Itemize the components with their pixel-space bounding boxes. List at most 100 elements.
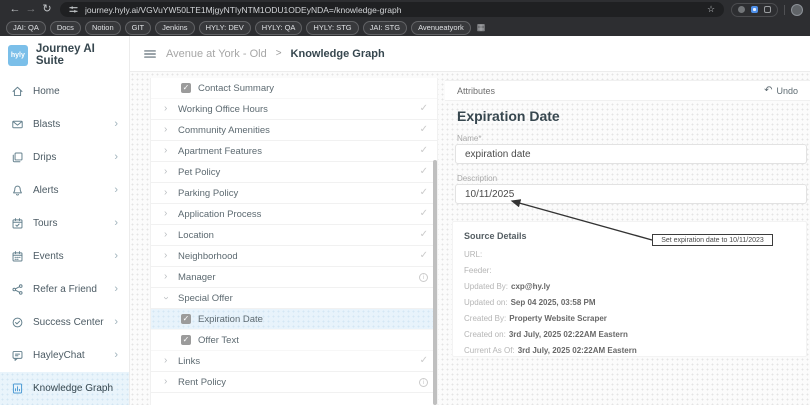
tree-row-neighborhood[interactable]: Neighborhood (151, 246, 437, 267)
source-detail-label: Updated By: (464, 282, 508, 291)
tree-row-community-amenities[interactable]: Community Amenities (151, 120, 437, 141)
tree-row-application-process[interactable]: Application Process (151, 204, 437, 225)
chevron-right-icon[interactable] (164, 104, 171, 114)
source-detail-label: Updated on: (464, 298, 508, 307)
sidebar-item-label: Home (33, 86, 60, 97)
tree-row-special-offer[interactable]: Special Offer (151, 288, 437, 309)
bookmarks-grid-icon[interactable] (477, 23, 486, 32)
checkbox-checked-icon[interactable] (181, 335, 191, 345)
breadcrumb-page: Knowledge Graph (291, 48, 385, 60)
chevron-right-icon[interactable] (164, 272, 171, 282)
tree-row-label: Location (178, 230, 214, 241)
hamburger-menu-icon[interactable] (143, 47, 157, 61)
chevron-right-icon[interactable] (164, 146, 171, 156)
source-detail-label: URL: (464, 250, 482, 259)
undo-label: Undo (776, 86, 798, 96)
sidebar-item-tours[interactable]: Tours (0, 207, 129, 240)
sidebar-item-alerts[interactable]: Alerts (0, 174, 129, 207)
chevron-right-icon[interactable] (164, 377, 171, 387)
forward-icon[interactable] (23, 4, 39, 15)
tree-row-label: Special Offer (178, 293, 233, 304)
bookmark-jenkins[interactable]: Jenkins (155, 21, 194, 35)
source-detail-label: Feeder: (464, 266, 492, 275)
chevron-right-icon[interactable] (164, 125, 171, 135)
url-text[interactable]: journey.hyly.ai/VGVuYW50LTE1MjgyNTIyNTM1… (85, 5, 700, 15)
sidebar-item-home[interactable]: Home (0, 75, 129, 108)
bookmark-hyly-qa[interactable]: HYLY: QA (255, 21, 303, 35)
sidebar-item-knowledge-graph[interactable]: Knowledge Graph (0, 372, 129, 405)
back-icon[interactable] (7, 4, 23, 15)
tree-row-location[interactable]: Location (151, 225, 437, 246)
name-field-label: Name* (457, 134, 481, 143)
bookmark-git[interactable]: GIT (125, 21, 152, 35)
chevron-right-icon (114, 350, 118, 361)
name-input[interactable] (455, 144, 807, 164)
tree-row-offer-text[interactable]: Offer Text (151, 330, 437, 351)
url-bar[interactable]: journey.hyly.ai/VGVuYW50LTE1MjgyNTIyNTM1… (60, 2, 724, 17)
bookmark-hyly-dev[interactable]: HYLY: DEV (199, 21, 251, 35)
share-nodes-icon (11, 283, 24, 296)
checkbox-checked-icon[interactable] (181, 83, 191, 93)
extensions-puzzle-icon[interactable] (764, 6, 771, 13)
extension-icon-blue[interactable] (751, 6, 758, 13)
tree-row-pet-policy[interactable]: Pet Policy (151, 162, 437, 183)
sidebar-item-refer-a-friend[interactable]: Refer a Friend (0, 273, 129, 306)
description-input[interactable] (455, 184, 807, 204)
sidebar-item-success-center[interactable]: Success Center (0, 306, 129, 339)
mail-icon (11, 118, 24, 131)
reload-icon[interactable] (39, 4, 55, 15)
tree-row-expiration-date[interactable]: Expiration Date (151, 309, 437, 330)
chevron-right-icon[interactable] (164, 188, 171, 198)
tree-scrollbar[interactable] (433, 160, 437, 405)
tree-row-label: Offer Text (198, 335, 239, 346)
check-icon (420, 125, 428, 135)
bookmark-avenueatyork[interactable]: Avenueatyork (411, 21, 471, 35)
sidebar-item-events[interactable]: Events (0, 240, 129, 273)
attributes-bar: Attributes Undo (445, 80, 810, 101)
info-icon (419, 273, 428, 282)
sidebar-item-label: Events (33, 251, 64, 262)
source-detail-value: 3rd July, 2025 02:22AM Eastern (509, 330, 628, 339)
calendar-check-icon (11, 217, 24, 230)
bookmark-star-icon[interactable] (707, 5, 715, 14)
chevron-right-icon[interactable] (164, 230, 171, 240)
profile-avatar[interactable] (791, 4, 803, 16)
sidebar-item-label: Knowledge Graph (33, 383, 113, 394)
tree-row-apartment-features[interactable]: Apartment Features (151, 141, 437, 162)
tree-row-contact-summary[interactable]: Contact Summary (151, 78, 437, 99)
annotation-tooltip: Set expiration date to 10/11/2023 (652, 234, 773, 246)
sidebar-item-drips[interactable]: Drips (0, 141, 129, 174)
bookmark-hyly-stg[interactable]: HYLY: STG (306, 21, 358, 35)
source-detail-value: cxp@hy.ly (511, 282, 550, 291)
knowledge-graph-icon (11, 382, 24, 395)
tree-row-parking-policy[interactable]: Parking Policy (151, 183, 437, 204)
bookmark-jai-stg[interactable]: JAI: STG (363, 21, 407, 35)
undo-button[interactable]: Undo (764, 86, 798, 96)
app-window: hyly Journey AI Suite Home Blasts Drips … (0, 36, 810, 405)
hyly-logo: hyly (8, 45, 28, 66)
checkbox-checked-icon[interactable] (181, 314, 191, 324)
sidebar-item-label: Success Center (33, 317, 104, 328)
bookmark-docs[interactable]: Docs (50, 21, 81, 35)
chevron-right-icon[interactable] (164, 167, 171, 177)
bookmark-notion[interactable]: Notion (85, 21, 121, 35)
breadcrumb-property[interactable]: Avenue at York - Old (166, 48, 267, 60)
tree-row-rent-policy[interactable]: Rent Policy (151, 372, 437, 393)
chevron-right-icon[interactable] (164, 251, 171, 261)
tree-row-manager[interactable]: Manager (151, 267, 437, 288)
chevron-right-icon (114, 185, 118, 196)
tree-row-working-office-hours[interactable]: Working Office Hours (151, 99, 437, 120)
sidebar-item-blasts[interactable]: Blasts (0, 108, 129, 141)
chevron-down-icon[interactable] (164, 293, 171, 303)
tree-row-label: Expiration Date (198, 314, 263, 325)
tree-row-label: Apartment Features (178, 146, 262, 157)
chevron-right-icon[interactable] (164, 209, 171, 219)
chevron-right-icon[interactable] (164, 356, 171, 366)
info-icon (419, 378, 428, 387)
bookmark-jai-qa[interactable]: JAI: QA (6, 21, 46, 35)
source-detail-value: 3rd July, 2025 02:22AM Eastern (518, 346, 637, 355)
extension-icon[interactable] (738, 6, 745, 13)
site-settings-icon[interactable] (69, 5, 78, 14)
tree-row-links[interactable]: Links (151, 351, 437, 372)
sidebar-item-hayleychat[interactable]: HayleyChat (0, 339, 129, 372)
